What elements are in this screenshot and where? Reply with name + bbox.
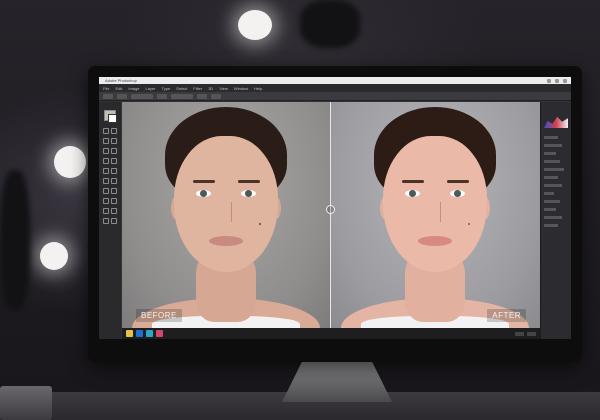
eye <box>450 190 465 197</box>
menu-select[interactable]: Select <box>176 86 187 91</box>
eyebrow <box>447 180 469 183</box>
gradient-tool-icon[interactable] <box>111 178 117 184</box>
menu-layer[interactable]: Layer <box>145 86 155 91</box>
nose <box>431 202 441 222</box>
dodge-tool-icon[interactable] <box>111 188 117 194</box>
tools-panel <box>99 102 121 339</box>
tray-item[interactable] <box>515 331 524 336</box>
skin-blemish <box>468 223 470 225</box>
panel-row[interactable] <box>544 176 558 179</box>
menu-filter[interactable]: Filter <box>193 86 202 91</box>
eyebrow <box>193 180 215 183</box>
move-tool-icon[interactable] <box>103 128 109 134</box>
panel-row[interactable] <box>544 192 554 195</box>
studio-light <box>54 146 86 178</box>
menu-3d[interactable]: 3D <box>208 86 213 91</box>
photoshop-app-icon[interactable] <box>136 330 143 337</box>
studio-light <box>40 242 68 270</box>
panel-row[interactable] <box>544 200 560 203</box>
panel-row[interactable] <box>544 136 558 139</box>
menu-window[interactable]: Window <box>234 86 248 91</box>
lips <box>209 236 243 246</box>
panel-row[interactable] <box>544 144 562 147</box>
panel-row[interactable] <box>544 224 558 227</box>
eye <box>405 190 420 197</box>
option-button[interactable] <box>117 93 127 99</box>
system-tray <box>515 331 536 336</box>
option-button[interactable] <box>157 93 167 99</box>
eraser-tool-icon[interactable] <box>103 178 109 184</box>
crop-tool-icon[interactable] <box>103 148 109 154</box>
pen-tool-icon[interactable] <box>103 198 109 204</box>
circle-handle-icon[interactable] <box>326 205 335 214</box>
close-icon[interactable] <box>563 78 567 83</box>
before-image: BEFORE <box>122 102 331 328</box>
title-bar: Adobe Photoshop <box>99 77 571 84</box>
menu-help[interactable]: Help <box>254 86 262 91</box>
lips <box>418 236 452 246</box>
eye <box>196 190 211 197</box>
ceiling-light <box>238 10 272 40</box>
panel-row[interactable] <box>544 168 564 171</box>
eyebrow <box>402 180 424 183</box>
clone-stamp-icon[interactable] <box>103 168 109 174</box>
menu-edit[interactable]: Edit <box>115 86 122 91</box>
brush-tool-icon[interactable] <box>111 158 117 164</box>
photoshop-window: Adobe Photoshop File Edit Image Layer Ty… <box>99 77 571 339</box>
menu-bar: File Edit Image Layer Type Select Filter… <box>99 84 571 92</box>
panel-row[interactable] <box>544 160 560 163</box>
desk-object <box>0 386 52 420</box>
eye <box>241 190 256 197</box>
window-title: Adobe Photoshop <box>105 78 137 83</box>
quick-select-tool-icon[interactable] <box>111 138 117 144</box>
menu-file[interactable]: File <box>103 86 109 91</box>
paint-app-icon[interactable] <box>156 330 163 337</box>
background-color-swatch[interactable] <box>108 114 117 123</box>
marquee-tool-icon[interactable] <box>111 128 117 134</box>
hand-tool-icon[interactable] <box>103 218 109 224</box>
nose <box>222 202 232 222</box>
eyebrow <box>238 180 260 183</box>
image-canvas[interactable]: BEFORE AFTER <box>122 102 540 328</box>
healing-brush-icon[interactable] <box>103 158 109 164</box>
panel-row[interactable] <box>544 184 562 187</box>
history-brush-icon[interactable] <box>111 168 117 174</box>
maximize-icon[interactable] <box>555 78 559 83</box>
file-explorer-icon[interactable] <box>126 330 133 337</box>
after-label: AFTER <box>487 309 526 322</box>
shape-tool-icon[interactable] <box>111 208 117 214</box>
window-controls <box>547 78 567 83</box>
taskbar <box>122 328 540 339</box>
option-button[interactable] <box>197 93 207 99</box>
histogram <box>544 116 568 128</box>
option-dropdown[interactable] <box>131 93 153 99</box>
eyedropper-tool-icon[interactable] <box>111 148 117 154</box>
compare-divider[interactable] <box>330 102 331 328</box>
before-label: BEFORE <box>136 309 182 322</box>
menu-type[interactable]: Type <box>162 86 171 91</box>
option-button[interactable] <box>211 93 221 99</box>
blur-tool-icon[interactable] <box>103 188 109 194</box>
light-fixture <box>300 0 360 48</box>
tray-item[interactable] <box>527 331 536 336</box>
panel-row[interactable] <box>544 216 562 219</box>
lasso-tool-icon[interactable] <box>103 138 109 144</box>
panel-row[interactable] <box>544 208 556 211</box>
menu-image[interactable]: Image <box>128 86 139 91</box>
panel-row[interactable] <box>544 152 556 155</box>
type-tool-icon[interactable] <box>111 198 117 204</box>
tool-preset-button[interactable] <box>103 93 113 99</box>
minimize-icon[interactable] <box>547 78 551 83</box>
after-image: AFTER <box>331 102 540 328</box>
studio-stand <box>0 170 30 310</box>
panels-dock <box>540 102 571 339</box>
path-select-icon[interactable] <box>103 208 109 214</box>
zoom-tool-icon[interactable] <box>111 218 117 224</box>
option-dropdown[interactable] <box>171 93 193 99</box>
skin-blemish <box>259 223 261 225</box>
menu-view[interactable]: View <box>219 86 228 91</box>
browser-icon[interactable] <box>146 330 153 337</box>
options-bar <box>99 92 571 101</box>
